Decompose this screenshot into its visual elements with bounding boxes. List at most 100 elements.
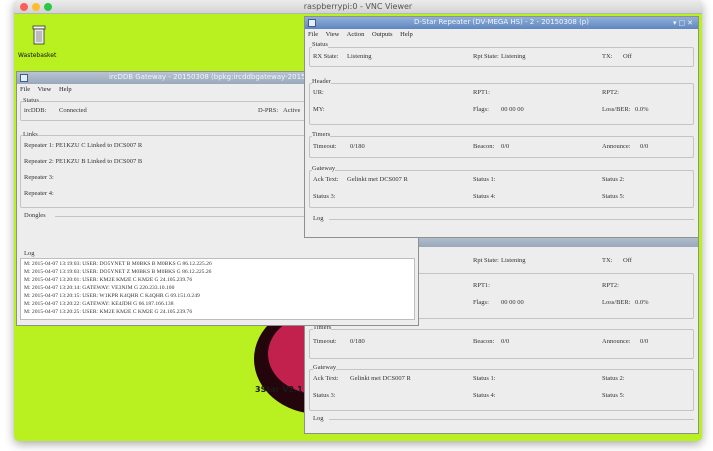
beacon-value: 0/0 [501,143,510,150]
timeout-label: Timeout: [313,143,337,150]
gateway-group-label: Gateway [312,165,336,172]
ack-text-label: Ack Text: [313,176,339,183]
timers-group-label: Timers [312,131,331,138]
dongles-label: Dongles [24,212,46,219]
rpt-state-label: Rpt State: [473,53,499,60]
menu-view[interactable]: View [326,31,340,38]
log-line: M: 2015-04-07 13:20:01: USER: KM2E KM2E … [24,277,193,283]
header-group-label: Header [312,78,331,85]
status3-label: Status 3: [313,193,336,200]
ircddb-label: ircDDB: [24,107,47,114]
log-line: M: 2015-04-07 13:20:14: GATEWAY: VE3NJM … [24,285,175,291]
ircddb-value: Connected [59,107,87,114]
flags-value: 00 00 00 [501,299,524,306]
log-divider [329,419,694,420]
ack-text-value: Gelinkt met DCS007 R [347,176,408,183]
announce-label: Announce: [602,143,631,150]
beacon-label: Beacon: [473,143,495,150]
rpt1-label: RPT1: [473,282,490,289]
menu-help[interactable]: Help [400,31,413,38]
menu-help[interactable]: Help [59,86,72,93]
flags-value: 00 00 00 [501,106,524,113]
dprs-label: D-PRS: [258,107,279,114]
status-group-label: Status [23,97,39,104]
repeater-2-link: Repeater 2: PE1KZU B Linked to DCS007 B [24,158,143,165]
status3-label: Status 3: [313,392,336,399]
wastebasket-icon[interactable] [32,24,46,46]
status2-label: Status 2: [602,176,625,183]
log-line: M: 2015-04-07 13:20:22: GATEWAY: KE4JDH … [24,301,174,307]
vnc-viewer-window: raspberrypi:0 - VNC Viewer Wastebasket 3… [14,0,702,441]
timeout-value: 0/180 [350,143,365,150]
header-group [309,83,694,125]
timeout-label: Timeout: [313,338,337,345]
beacon-label: Beacon: [473,338,495,345]
rpt-state-label: Rpt State: [473,257,499,264]
my-label: MY: [313,106,325,113]
rx-state-value: Listening [347,53,372,60]
tx-value: Off [623,53,632,60]
wastebasket-label: Wastebasket [18,52,57,59]
menu-action[interactable]: Action [347,31,365,38]
background-version-label: 3Star V2.1 [255,385,303,394]
gateway-log-area[interactable]: M: 2015-04-07 13:19:03: USER: DO5YNET B … [20,258,415,320]
repeater-menubar: File View Action Outputs Help [305,29,698,40]
menu-file[interactable]: File [20,86,30,93]
rpt-state-value: Listening [501,53,526,60]
window-controls-icon[interactable]: ▾□✕ [673,19,695,27]
log-line: M: 2015-04-07 13:19:03: USER: DO5YNET Z … [24,269,212,275]
log-divider [329,219,694,220]
tx-value: Off [623,257,632,264]
loss-label: Loss/BER: [602,106,631,113]
loss-value: 0.0% [635,106,649,113]
repeater-window-front: D-Star Repeater (DV-MEGA HS) - 2 - 20150… [304,16,699,238]
loss-value: 0.0% [635,299,649,306]
status5-label: Status 5: [602,392,625,399]
rpt2-label: RPT2: [602,89,619,96]
status5-label: Status 5: [602,193,625,200]
menu-view[interactable]: View [38,86,52,93]
links-group-label: Links [23,131,38,138]
repeater-1-link: Repeater 1: PE1KZU C Linked to DCS007 R [24,142,143,149]
flags-label: Flags: [473,106,489,113]
vnc-window-title: raspberrypi:0 - VNC Viewer [303,2,413,11]
announce-value: 0/0 [640,338,649,345]
announce-label: Announce: [602,338,631,345]
repeater-3-link: Repeater 3: [24,174,54,181]
rx-state-label: RX State: [313,53,339,60]
log-label: Log [313,415,324,422]
repeater-window-title: D-Star Repeater (DV-MEGA HS) - 2 - 20150… [414,18,589,26]
menu-outputs[interactable]: Outputs [372,31,393,38]
log-line: M: 2015-04-07 13:19:03: USER: DO5YNET B … [24,261,212,267]
flags-label: Flags: [473,299,489,306]
desktop: Wastebasket 3Star V2.1 Rpt State: Listen… [14,14,702,441]
ack-text-value: Gelinkt met DCS007 R [350,375,411,382]
tx-label: TX: [602,257,613,264]
log-label: Log [313,215,324,222]
beacon-value: 0/0 [501,338,510,345]
status2-label: Status 2: [602,375,625,382]
status4-label: Status 4: [473,193,496,200]
loss-label: Loss/BER: [602,299,631,306]
dprs-value: Active [283,107,301,114]
menu-file[interactable]: File [308,31,318,38]
status-group-label: Status [312,41,328,48]
announce-value: 0/0 [640,143,649,150]
status1-label: Status 1: [473,176,496,183]
vnc-titlebar[interactable]: raspberrypi:0 - VNC Viewer [14,0,702,14]
log-line: M: 2015-04-07 13:20:25: USER: KM2E KM2E … [24,309,193,315]
repeater-4-link: Repeater 4: [24,190,54,197]
gateway-group-label: Gateway [313,364,337,371]
rpt2-label: RPT2: [602,282,619,289]
log-line: M: 2015-04-07 13:20:15: USER: W1KPR K4QH… [24,293,200,299]
tx-label: TX: [602,53,613,60]
rpt1-label: RPT1: [473,89,490,96]
log-label: Log [24,250,35,257]
timeout-value: 0/180 [350,338,365,345]
status4-label: Status 4: [473,392,496,399]
repeater-titlebar[interactable]: D-Star Repeater (DV-MEGA HS) - 2 - 20150… [305,17,698,29]
ack-text-label: Ack Text: [313,375,339,382]
status1-label: Status 1: [473,375,496,382]
rpt-state-value: Listening [501,257,526,264]
ur-label: UR: [313,89,324,96]
